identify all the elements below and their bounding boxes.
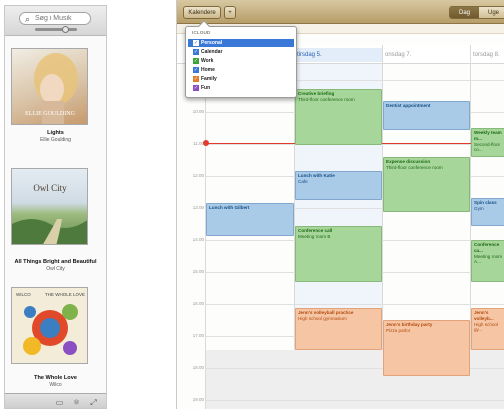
checkbox-icon[interactable]: ✓	[193, 67, 199, 73]
album-artist: Owl City	[46, 266, 65, 272]
calendar-window: Kalendere + Dag Uge tirsdag 5. onsdag 7.…	[176, 0, 504, 409]
album-cover-all-things-bright[interactable]: Owl City	[11, 168, 88, 245]
search-input[interactable]	[35, 13, 89, 24]
hour-label: 15.00	[192, 269, 204, 274]
album-cover-lights[interactable]: ELLIE GOULDING	[11, 48, 88, 125]
album-cover-the-whole-love[interactable]: WILCO THE WHOLE LOVE	[11, 287, 88, 364]
event-location: Third-floor conference room	[386, 164, 443, 170]
event-title: Weekly team m...	[474, 130, 502, 141]
current-time-dot	[203, 140, 209, 146]
event-title: Jenn's volleyb...	[474, 310, 494, 321]
calendar-name: Family	[201, 76, 217, 82]
calendar-row-personal[interactable]: ✓ Personal	[188, 39, 294, 47]
hour-label: 11.00	[193, 141, 204, 146]
event-jenns-volleyball-practice-2[interactable]: Jenn's volleyb... High school gy...	[471, 308, 504, 350]
itunes-window: ⌕ ELLIE GOULDING Lights Ellie Goulding O…	[4, 5, 107, 409]
hour-label: 14.00	[192, 237, 204, 242]
hour-label: 17.00	[192, 333, 204, 338]
checkbox-icon[interactable]: ✓	[193, 40, 199, 46]
album-artist: Ellie Goulding	[40, 137, 71, 143]
album-cover-text: WILCO	[16, 292, 31, 297]
view-switcher: Dag Uge	[449, 6, 504, 19]
calendar-name: Personal	[201, 40, 223, 46]
genius-icon[interactable]: ⚛	[72, 398, 81, 407]
hour-label: 16.00	[192, 301, 204, 306]
event-lunch-with-gilbert[interactable]: Lunch with Gilbert	[206, 203, 294, 236]
event-location: Cafe	[298, 178, 308, 184]
calendar-toolbar: Kalendere + Dag Uge	[177, 0, 504, 24]
event-location: High school gy...	[474, 321, 499, 333]
search-field[interactable]: ⌕	[19, 12, 91, 25]
event-location: Meeting room B	[298, 233, 331, 239]
view-week-button[interactable]: Uge	[479, 7, 504, 18]
checkbox-icon[interactable]: ✓	[193, 49, 199, 55]
calendars-popover: ICLOUD ✓ Personal ✓ Calendar ✓ Work ✓ Ho…	[185, 20, 297, 98]
day-header[interactable]: tirsdag 5.	[295, 48, 382, 62]
hour-line	[205, 304, 504, 305]
album-title: All Things Bright and Beautiful	[14, 259, 97, 265]
checkbox-icon[interactable]: ✓	[193, 85, 199, 91]
calendar-row-calendar[interactable]: ✓ Calendar	[188, 48, 294, 56]
event-spin-class[interactable]: Spin class Gym	[471, 198, 504, 226]
calendar-row-family[interactable]: ✓ Family	[188, 75, 294, 83]
event-jenns-birthday-party[interactable]: Jenn's birthday party Pizza parlor	[383, 320, 470, 376]
view-day-button[interactable]: Dag	[450, 7, 479, 18]
airplay-icon[interactable]: ▭	[55, 398, 64, 407]
event-dentist-appointment[interactable]: Dentist appointment	[383, 101, 470, 130]
album-cover-text: Owl City	[33, 183, 67, 193]
slider-knob[interactable]	[62, 26, 69, 33]
album-title: The Whole Love	[34, 375, 77, 381]
album-art: Owl City	[12, 183, 87, 244]
fullscreen-icon[interactable]: ⤢	[89, 398, 98, 407]
event-jenns-volleyball-practice[interactable]: Jenn's volleyball practice High school g…	[295, 308, 382, 350]
album-artist: Wilco	[49, 382, 62, 388]
calendar-name: Fun	[201, 85, 211, 91]
event-lunch-with-katie[interactable]: Lunch with Katie Cafe	[295, 171, 382, 200]
album-art: ELLIE GOULDING	[25, 53, 78, 124]
event-location: Second-floor co...	[474, 141, 501, 153]
album-art: WILCO THE WHOLE LOVE	[16, 292, 85, 355]
checkbox-icon[interactable]: ✓	[193, 76, 199, 82]
hour-label: 10.00	[192, 109, 204, 114]
hour-label: 12.00	[192, 173, 204, 178]
album-title: Lights	[47, 130, 64, 136]
day-header[interactable]: onsdag 7.	[383, 48, 470, 62]
search-icon: ⌕	[25, 14, 31, 24]
event-title: Dentist appointment	[386, 103, 431, 108]
event-expense-discussion[interactable]: Expense discussion Third-floor conferenc…	[383, 157, 470, 212]
calendar-name: Work	[201, 58, 214, 64]
event-conference-call-2[interactable]: Conference ca... Meeting room A...	[471, 240, 504, 282]
event-location: Third-floor conference room	[298, 96, 355, 102]
event-creative-briefing[interactable]: Creative briefing Third-floor conference…	[295, 89, 382, 145]
event-conference-call[interactable]: Conference call Meeting room B	[295, 226, 382, 282]
add-event-button[interactable]: +	[224, 6, 236, 19]
calendar-name: Home	[201, 67, 215, 73]
itunes-toolbar: ⌕	[5, 6, 106, 36]
hour-label: 19.00	[192, 397, 204, 402]
hour-label: 18.00	[192, 365, 204, 370]
calendar-name: Calendar	[201, 49, 223, 55]
calendar-row-work[interactable]: ✓ Work	[188, 57, 294, 65]
event-title: Conference ca...	[474, 242, 500, 253]
hour-line	[205, 400, 504, 401]
album-size-slider[interactable]	[35, 26, 77, 33]
popover-section-title: ICLOUD	[192, 31, 211, 36]
event-location: Pizza parlor	[386, 327, 411, 333]
event-location: Meeting room A...	[474, 253, 503, 265]
album-cover-text: THE WHOLE LOVE	[45, 292, 85, 297]
itunes-statusbar: ▭ ⚛ ⤢	[5, 393, 106, 408]
event-location: Gym	[474, 205, 484, 211]
event-weekly-team-meeting[interactable]: Weekly team m... Second-floor co...	[471, 128, 504, 157]
calendar-row-fun[interactable]: ✓ Fun	[188, 84, 294, 92]
event-title: Lunch with Gilbert	[209, 205, 250, 210]
hour-label: 13.00	[192, 205, 204, 210]
calendars-button[interactable]: Kalendere	[183, 6, 221, 19]
calendar-row-home[interactable]: ✓ Home	[188, 66, 294, 74]
album-cover-text: ELLIE GOULDING	[25, 111, 75, 117]
day-header[interactable]: torsdag 8.	[471, 48, 504, 62]
checkbox-icon[interactable]: ✓	[193, 58, 199, 64]
event-location: High school gymnasium	[298, 315, 347, 321]
